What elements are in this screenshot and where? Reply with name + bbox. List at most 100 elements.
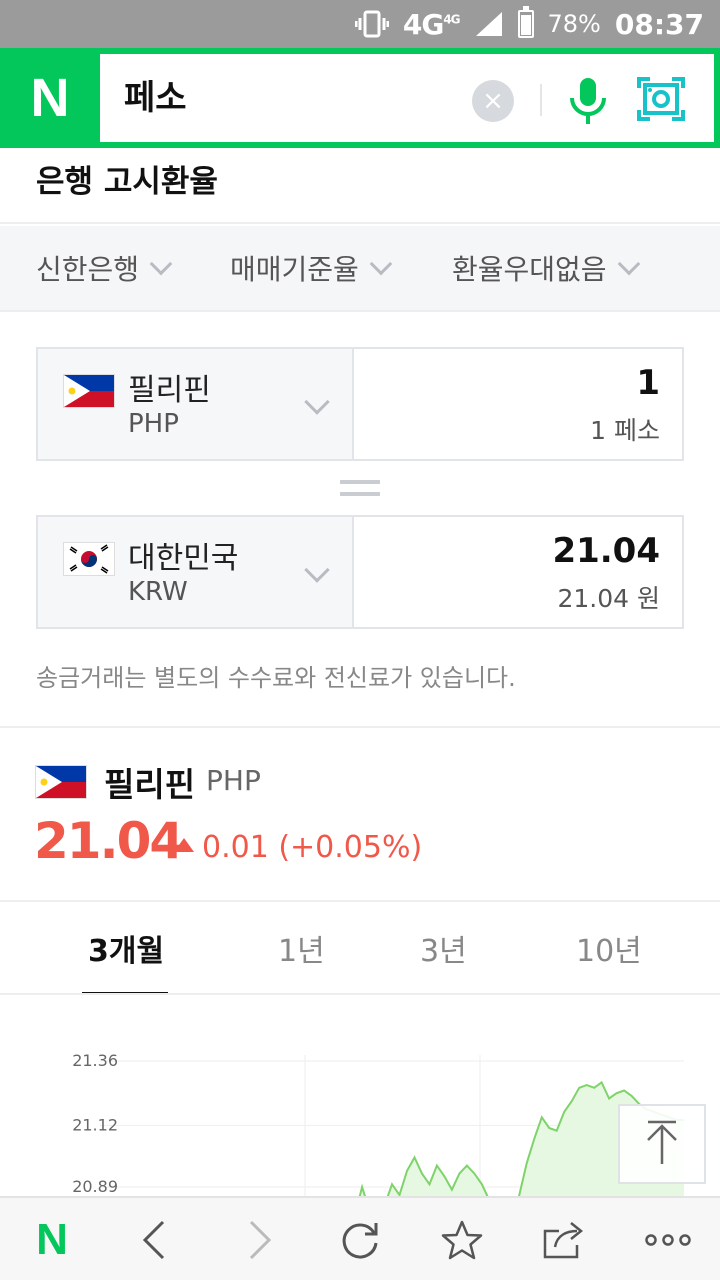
refresh-button[interactable] <box>320 1198 400 1280</box>
remittance-notice: 송금거래는 별도의 수수료와 전신료가 있습니다. <box>36 664 516 692</box>
chart-point <box>428 1183 431 1186</box>
chart-point <box>623 1089 625 1092</box>
bank-filter[interactable]: 신한은행 <box>36 226 173 310</box>
chart-tick-label: 21.36 <box>72 1051 118 1070</box>
chart-point <box>466 1164 468 1167</box>
arrow-up-icon <box>647 1120 677 1164</box>
to-currency-select[interactable]: 대한민국 KRW <box>38 517 354 627</box>
to-amount-input[interactable]: 21.04 <box>552 531 660 571</box>
chevron-down-icon <box>149 252 173 276</box>
forward-button[interactable] <box>220 1198 300 1280</box>
naver-home-icon: N <box>36 1215 68 1264</box>
korea-flag-icon <box>64 543 114 575</box>
more-button[interactable] <box>628 1198 708 1280</box>
chart-tick-label: 20.89 <box>72 1177 118 1196</box>
naver-logo-button[interactable]: N <box>0 48 100 148</box>
chart-tick-label: 21.12 <box>72 1115 118 1134</box>
vibrate-icon <box>354 10 389 38</box>
chart-point <box>578 1087 580 1089</box>
to-currency-name: 대한민국 <box>128 541 239 576</box>
equals-icon <box>340 478 380 498</box>
chart-point <box>391 1183 393 1186</box>
chart-point <box>563 1111 566 1113</box>
detail-currency-name: 필리핀 <box>104 765 196 804</box>
from-currency-select[interactable]: 필리핀 PHP <box>38 349 354 459</box>
tab-1-year[interactable]: 1년 <box>278 926 325 970</box>
clock: 08:37 <box>614 7 704 41</box>
from-amount-input[interactable]: 1 <box>636 363 660 403</box>
chart-point <box>555 1129 558 1132</box>
from-currency-code: PHP <box>128 409 179 439</box>
tab-3-months[interactable]: 3개월 <box>88 926 164 970</box>
chart-point <box>481 1183 483 1186</box>
home-button[interactable]: N <box>12 1198 92 1280</box>
share-button[interactable] <box>524 1198 604 1280</box>
rate-change: 0.01 (+0.05%) <box>174 830 422 865</box>
rate-type-filter-label: 매매기준율 <box>230 253 359 286</box>
chart-point <box>593 1087 595 1089</box>
exchange-rate-value: 21.04 <box>34 812 184 870</box>
preference-filter-label: 환율우대없음 <box>452 253 607 286</box>
philippines-flag-icon <box>36 766 86 798</box>
chart-point <box>540 1116 543 1119</box>
chart-point <box>600 1081 603 1084</box>
chevron-right-icon <box>249 1220 272 1260</box>
more-dots-icon <box>645 1234 691 1246</box>
chart-point <box>533 1137 536 1140</box>
detail-currency-code: PHP <box>206 764 261 797</box>
search-box: 페소 × <box>100 54 714 142</box>
rate-type-filter[interactable]: 매매기준율 <box>230 226 393 310</box>
camera-lens-icon[interactable] <box>636 76 686 122</box>
chart-point <box>451 1188 453 1191</box>
divider <box>0 900 720 902</box>
divider <box>0 222 720 224</box>
chart-point <box>525 1162 528 1164</box>
arrow-up-icon <box>174 837 194 852</box>
divider <box>0 726 720 728</box>
converter-from: 필리핀 PHP 1 1 페소 <box>36 347 684 461</box>
chart-area <box>359 1082 684 1196</box>
chart-point <box>473 1172 476 1175</box>
filter-row: 신한은행 매매기준율 환율우대없음 <box>0 226 720 310</box>
chart-point <box>406 1170 408 1172</box>
divider <box>0 310 720 312</box>
exchange-rate-chart: 21.36 21.12 20.89 <box>72 1051 685 1196</box>
bank-filter-label: 신한은행 <box>36 253 140 286</box>
chevron-down-icon <box>617 252 640 276</box>
status-bar: 4G4G 78% 08:37 <box>0 0 720 48</box>
scroll-to-top-button[interactable] <box>618 1104 706 1184</box>
chart-point <box>548 1127 551 1129</box>
share-icon <box>543 1222 584 1259</box>
star-icon <box>441 1220 483 1260</box>
battery-percent: 78% <box>547 10 601 38</box>
divider <box>0 993 720 995</box>
tab-3-years[interactable]: 3년 <box>420 926 467 970</box>
converter-to: 대한민국 KRW 21.04 21.04 원 <box>36 515 684 629</box>
clear-search-button[interactable]: × <box>472 80 514 122</box>
signal-icon <box>475 12 502 36</box>
chevron-down-icon <box>304 389 330 415</box>
search-header: N 페소 × <box>0 48 720 148</box>
tab-10-years[interactable]: 10년 <box>576 926 642 970</box>
chart-point <box>361 1186 363 1188</box>
chevron-left-icon <box>142 1220 165 1260</box>
network-indicator: 4G4G <box>402 7 461 41</box>
from-amount-text: 1 페소 <box>590 416 660 445</box>
chart-point <box>421 1172 423 1175</box>
chart-point <box>458 1172 461 1175</box>
bottom-navigation: N <box>0 1196 720 1280</box>
back-button[interactable] <box>114 1198 194 1280</box>
microphone-icon[interactable] <box>564 74 612 126</box>
search-input[interactable]: 페소 <box>124 54 187 142</box>
chart-point <box>570 1100 573 1103</box>
chart-point <box>443 1175 446 1178</box>
from-currency-name: 필리핀 <box>128 373 211 408</box>
chart-point <box>413 1156 416 1159</box>
section-title: 은행 고시환율 <box>36 164 218 200</box>
battery-icon <box>517 6 534 38</box>
chart-point <box>630 1095 633 1097</box>
to-amount-text: 21.04 원 <box>557 584 660 613</box>
bookmark-button[interactable] <box>422 1198 502 1280</box>
preference-filter[interactable]: 환율우대없음 <box>452 226 640 310</box>
chart-point <box>436 1164 438 1167</box>
